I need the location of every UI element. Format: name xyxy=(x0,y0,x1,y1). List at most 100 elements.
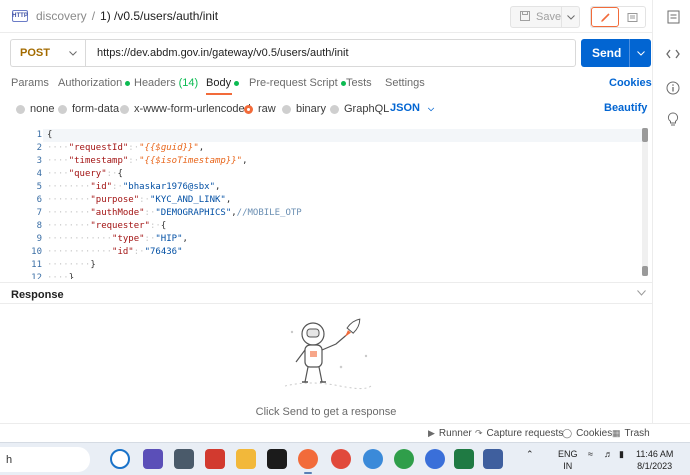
http-method-select[interactable]: POST xyxy=(10,39,85,67)
radio-label: raw xyxy=(258,103,276,115)
lightbulb-icon[interactable] xyxy=(665,111,681,127)
editor-scrollbar[interactable] xyxy=(642,128,648,276)
input-language-indicator[interactable]: ENG IN xyxy=(558,448,578,472)
calculator-icon[interactable] xyxy=(174,449,194,469)
taskbar-search-input[interactable]: h xyxy=(0,447,90,472)
scrollbar-thumb-end[interactable] xyxy=(642,266,648,276)
body-type-graphql[interactable]: GraphQL xyxy=(330,103,389,115)
code-token-val: "{{$isoTimestamp}}" xyxy=(139,156,243,166)
current-line-highlight xyxy=(43,129,643,142)
intellij-icon[interactable] xyxy=(267,449,287,469)
breadcrumb-collection[interactable]: discovery xyxy=(36,9,87,23)
code-token-key: "requestId" xyxy=(68,143,129,153)
file-explorer-icon[interactable] xyxy=(236,449,256,469)
code-line[interactable]: 1{ xyxy=(8,129,643,142)
beautify-button[interactable]: Beautify xyxy=(604,102,647,114)
runner-button[interactable]: ▶ Runner xyxy=(428,428,472,439)
body-type-selector: none form-data x-www-form-urlencoded raw… xyxy=(0,100,652,116)
clock-time: 11:46 AM xyxy=(636,449,674,459)
tab-headers[interactable]: Headers (14) xyxy=(134,77,198,89)
code-token-indent: ············ xyxy=(47,247,113,257)
send-label: Send xyxy=(592,46,622,60)
code-line[interactable]: 2 ····"requestId":·"{{$guid}}", xyxy=(8,142,638,155)
code-line[interactable]: 10 ············"id":·"76436" xyxy=(8,246,638,259)
line-number: 6 xyxy=(36,195,42,205)
body-type-raw[interactable]: raw xyxy=(244,103,276,115)
tab-settings[interactable]: Settings xyxy=(385,77,425,89)
code-snippet-icon[interactable] xyxy=(665,46,681,62)
language-code: ENG xyxy=(558,449,578,459)
body-type-binary[interactable]: binary xyxy=(282,103,326,115)
system-clock[interactable]: 11:46 AM 8/1/2023 xyxy=(636,448,673,472)
collapse-chevron-icon[interactable] xyxy=(637,288,646,298)
line-number: 2 xyxy=(36,143,42,153)
trash-button[interactable]: ▦ Trash xyxy=(612,428,650,439)
anydesk-icon[interactable] xyxy=(205,449,225,469)
tab-headers-count: (14) xyxy=(178,77,199,89)
body-type-form-data[interactable]: form-data xyxy=(58,103,119,115)
chrome-profile-h-icon[interactable] xyxy=(425,449,445,469)
excel-icon[interactable] xyxy=(454,449,474,469)
body-type-none[interactable]: none xyxy=(16,103,54,115)
save-options-chevron-icon[interactable] xyxy=(561,7,579,27)
code-token-val: "DEMOGRAPHICS" xyxy=(155,208,232,218)
line-number: 10 xyxy=(31,247,42,257)
code-token-comment: //MOBILE_OTP xyxy=(236,208,302,218)
capture-requests-button[interactable]: ↷ Capture requests xyxy=(475,428,563,439)
scrollbar-thumb[interactable] xyxy=(642,128,648,142)
code-line[interactable]: 11 ········} xyxy=(8,259,638,272)
response-panel-header[interactable]: Response xyxy=(0,282,652,304)
documentation-icon[interactable] xyxy=(619,7,645,27)
code-token-key: "authMode" xyxy=(90,208,145,218)
save-button[interactable]: Save xyxy=(510,6,580,28)
code-token-indent: ········ xyxy=(47,260,91,270)
code-token-val: "76436" xyxy=(144,247,183,257)
code-line[interactable]: 4 ····"query":·{ xyxy=(8,168,638,181)
code-line[interactable]: 8 ········"requester":·{ xyxy=(8,220,638,233)
code-token-indent: ···· xyxy=(47,273,69,279)
code-token-key: "id" xyxy=(112,247,134,257)
body-type-urlencoded[interactable]: x-www-form-urlencoded xyxy=(120,103,251,115)
tab-pre-request-script[interactable]: Pre-request Script xyxy=(249,77,346,89)
region-code: IN xyxy=(563,461,573,471)
meet-video-icon[interactable] xyxy=(143,449,163,469)
radio-icon xyxy=(282,104,291,114)
notes-icon[interactable] xyxy=(483,449,503,469)
tab-tests[interactable]: Tests xyxy=(346,77,372,89)
code-line[interactable]: 9 ············"type":·"HIP", xyxy=(8,233,638,246)
volume-icon[interactable]: ♬ xyxy=(604,449,613,459)
cookies-link[interactable]: Cookies xyxy=(609,77,652,89)
bing-icon[interactable] xyxy=(110,449,130,469)
code-line[interactable]: 6 ········"purpose":·"KYC_AND_LINK", xyxy=(8,194,638,207)
code-line[interactable]: 3 ····"timestamp":·"{{$isoTimestamp}}", xyxy=(8,155,638,168)
tab-status-dot xyxy=(234,80,240,86)
cookies-button[interactable]: ◯ Cookies xyxy=(562,428,612,439)
request-url-input[interactable]: https://dev.abdm.gov.in/gateway/v0.5/use… xyxy=(85,39,576,67)
body-code-editor[interactable]: 1{2 ····"requestId":·"{{$guid}}", 3 ····"ti… xyxy=(8,127,652,279)
code-line[interactable]: 7 ········"authMode":·"DEMOGRAPHICS",//MO… xyxy=(8,207,638,220)
send-button[interactable]: Send xyxy=(581,39,651,67)
code-token-val: "HIP" xyxy=(155,234,183,244)
chrome-profile-g2-icon[interactable] xyxy=(394,449,414,469)
chrome-profile-b-icon[interactable] xyxy=(363,449,383,469)
edit-mode-pencil-icon[interactable] xyxy=(591,7,619,27)
code-line[interactable]: 12 ····} xyxy=(8,272,638,279)
code-text: ············"type":·"HIP", xyxy=(47,233,188,246)
documentation-icon[interactable] xyxy=(665,9,681,25)
raw-format-select[interactable]: JSON ⌵ xyxy=(390,102,434,114)
view-mode-toggle xyxy=(590,6,646,28)
code-token-tail: , xyxy=(225,195,232,205)
info-icon[interactable] xyxy=(665,80,681,96)
postman-icon[interactable] xyxy=(298,449,318,474)
code-line[interactable]: 5 ········"id":·"bhaskar1976@sbx", xyxy=(8,181,638,194)
show-hidden-icons-chevron-icon[interactable]: ⌃ xyxy=(526,449,534,460)
breadcrumb-request-name[interactable]: 1) /v0.5/users/auth/init xyxy=(100,9,218,23)
battery-icon[interactable]: ▮ xyxy=(619,449,624,460)
chrome-profile-g-icon[interactable] xyxy=(331,449,351,469)
wifi-icon[interactable]: ≈ xyxy=(588,449,593,459)
trash-label: Trash xyxy=(624,428,650,439)
tab-body[interactable]: Body xyxy=(206,77,240,89)
send-options-chevron-icon[interactable] xyxy=(629,39,651,67)
tab-authorization[interactable]: Authorization xyxy=(58,77,131,89)
tab-params[interactable]: Params xyxy=(11,77,49,89)
